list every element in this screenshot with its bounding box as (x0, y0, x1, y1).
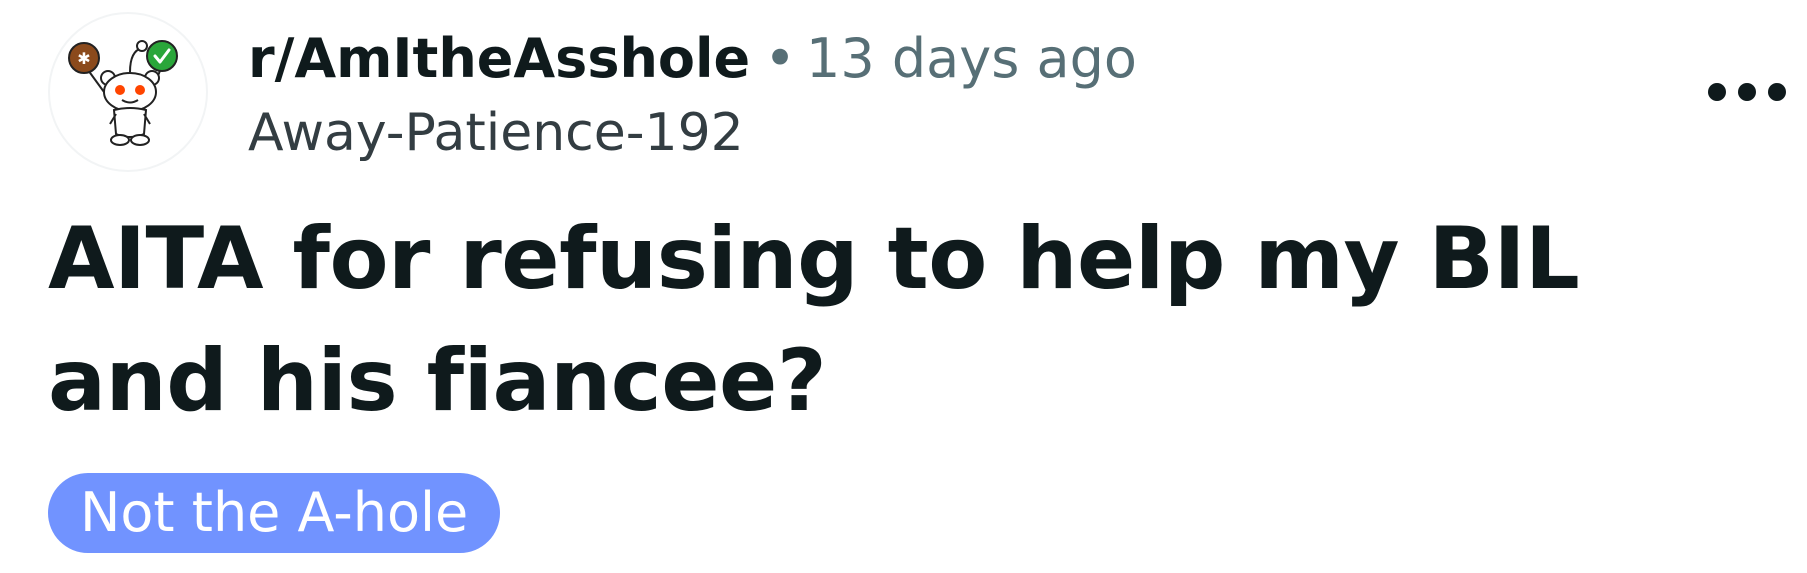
post-meta-line: r/AmItheAsshole • 13 days ago (248, 26, 1137, 92)
more-horizontal-icon (1708, 83, 1726, 101)
post-meta: r/AmItheAsshole • 13 days ago Away-Patienc… (248, 26, 1137, 166)
post-flair[interactable]: Not the A-hole (48, 473, 501, 553)
snoo-avatar-icon: ✱ (68, 40, 178, 146)
more-horizontal-icon-dot (1738, 83, 1756, 101)
svg-text:✱: ✱ (77, 49, 90, 68)
author-link[interactable]: Away-Patience-192 (248, 100, 1137, 166)
post-header: ✱ r/AmItheAsshole • 13 days ago Away-Pat… (48, 12, 1788, 172)
meta-separator: • (764, 27, 796, 90)
post-timestamp: 13 days ago (806, 27, 1137, 90)
post-title[interactable]: AITA for refusing to help my BIL and his… (48, 198, 1768, 442)
overflow-menu-button[interactable] (1708, 72, 1786, 112)
more-horizontal-icon-dot (1768, 83, 1786, 101)
subreddit-link[interactable]: r/AmItheAsshole (248, 27, 750, 90)
subreddit-avatar[interactable]: ✱ (48, 12, 208, 172)
